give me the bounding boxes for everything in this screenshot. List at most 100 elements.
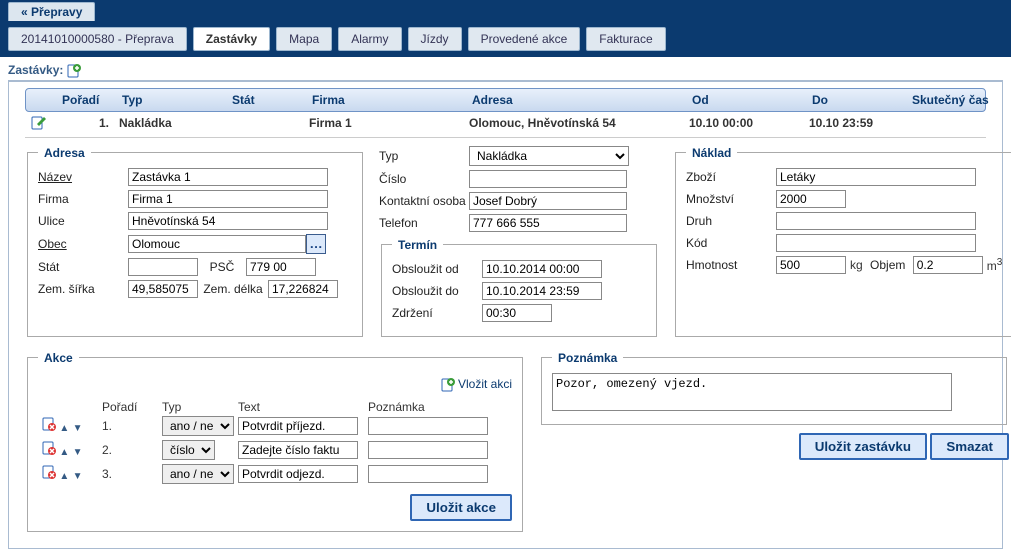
akce-pozn-input[interactable]: [368, 417, 488, 435]
tab-2[interactable]: Mapa: [276, 27, 332, 51]
add-akce-icon[interactable]: [441, 378, 455, 392]
poznamka-textarea[interactable]: [552, 373, 952, 411]
subheader-label: Zastávky:: [8, 63, 63, 77]
save-akce-button[interactable]: Uložit akce: [410, 494, 512, 521]
akce-col-pozn: Poznámka: [368, 400, 498, 414]
col-stat[interactable]: Stát: [230, 93, 310, 107]
hmotnost-label: Hmotnost: [686, 258, 776, 272]
akce-pozn-input[interactable]: [368, 441, 488, 459]
druh-input[interactable]: [776, 212, 976, 230]
akce-row: ▲ ▼ 2.číslo: [38, 438, 512, 462]
akce-header: Pořadí Typ Text Poznámka: [38, 400, 512, 414]
col-adresa[interactable]: Adresa: [470, 93, 690, 107]
delete-akce-icon[interactable]: [42, 441, 56, 455]
move-up-icon[interactable]: ▲: [59, 447, 69, 458]
zdrzeni-input[interactable]: [482, 304, 552, 322]
move-up-icon[interactable]: ▲: [59, 423, 69, 434]
main-panel: Pořadí Typ Stát Firma Adresa Od Do Skute…: [8, 80, 1003, 549]
tab-6[interactable]: Fakturace: [586, 27, 665, 51]
psc-input[interactable]: [246, 258, 316, 276]
objem-input[interactable]: [913, 256, 983, 274]
subheader: Zastávky:: [0, 57, 1011, 80]
move-up-icon[interactable]: ▲: [59, 471, 69, 482]
obslouzit-do-input[interactable]: [482, 282, 602, 300]
new-stop-icon[interactable]: [67, 64, 81, 78]
akce-poradi: 3.: [102, 467, 162, 481]
col-typ[interactable]: Typ: [120, 93, 230, 107]
obslouzit-do-label: Obsloužit do: [392, 284, 482, 298]
table-row[interactable]: 1. Nakládka Firma 1 Olomouc, Hněvotínská…: [25, 112, 986, 138]
mnozstvi-input[interactable]: [776, 190, 846, 208]
obec-input[interactable]: [128, 235, 306, 253]
akce-typ-select[interactable]: číslo: [162, 440, 215, 460]
kod-input[interactable]: [776, 234, 976, 252]
telefon-label: Telefon: [379, 216, 469, 230]
akce-typ-select[interactable]: ano / ne: [162, 464, 234, 484]
zbozi-input[interactable]: [776, 168, 976, 186]
address-legend: Adresa: [38, 146, 91, 160]
move-down-icon[interactable]: ▼: [73, 447, 83, 458]
hmotnost-unit: kg: [850, 258, 863, 272]
address-fieldset: Adresa Název Firma Ulice Obec … Stát PSČ…: [27, 146, 363, 337]
delete-stop-button[interactable]: Smazat: [930, 433, 1009, 460]
tab-3[interactable]: Alarmy: [338, 27, 401, 51]
edit-row-icon[interactable]: [31, 116, 47, 130]
typ-select[interactable]: Nakládka: [469, 146, 629, 166]
akce-legend: Akce: [38, 351, 79, 365]
delka-input[interactable]: [268, 280, 338, 298]
cell-poradi: 1.: [59, 116, 119, 133]
akce-fieldset: Akce Vložit akci Pořadí Typ Text Poznámk…: [27, 351, 523, 532]
delete-akce-icon[interactable]: [42, 417, 56, 431]
col-do[interactable]: Do: [810, 93, 910, 107]
kod-label: Kód: [686, 236, 776, 250]
back-crumb[interactable]: « Přepravy: [8, 2, 95, 21]
col-skutecny[interactable]: Skutečný čas: [910, 93, 1011, 107]
ulice-input[interactable]: [128, 212, 328, 230]
zdrzeni-label: Zdržení: [392, 306, 482, 320]
akce-text-input[interactable]: [238, 441, 358, 459]
cell-stat: [229, 116, 309, 133]
telefon-input[interactable]: [469, 214, 627, 232]
akce-col-text: Text: [238, 400, 368, 414]
termin-fieldset: Termín Obsloužit od Obsloužit do Zdržení: [381, 238, 657, 337]
akce-typ-select[interactable]: ano / ne: [162, 416, 234, 436]
cell-od: 10.10 00:00: [689, 116, 809, 133]
stat-label: Stát: [38, 260, 128, 274]
col-od[interactable]: Od: [690, 93, 810, 107]
akce-col-typ: Typ: [162, 400, 238, 414]
akce-pozn-input[interactable]: [368, 465, 488, 483]
tab-4[interactable]: Jízdy: [408, 27, 462, 51]
col-firma[interactable]: Firma: [310, 93, 470, 107]
move-down-icon[interactable]: ▼: [73, 471, 83, 482]
akce-poradi: 2.: [102, 443, 162, 457]
sirka-input[interactable]: [128, 280, 198, 298]
termin-legend: Termín: [392, 238, 443, 252]
obslouzit-od-input[interactable]: [482, 260, 602, 278]
psc-label: PSČ: [198, 260, 246, 274]
tab-0[interactable]: 20141010000580 - Přeprava: [8, 27, 187, 51]
akce-text-input[interactable]: [238, 417, 358, 435]
add-akce-button[interactable]: Vložit akci: [458, 377, 512, 391]
firma-input[interactable]: [128, 190, 328, 208]
hmotnost-input[interactable]: [776, 256, 846, 274]
firma-label: Firma: [38, 192, 128, 206]
tab-5[interactable]: Provedené akce: [468, 27, 581, 51]
col-poradi[interactable]: Pořadí: [60, 93, 120, 107]
akce-text-input[interactable]: [238, 465, 358, 483]
stat-input[interactable]: [128, 258, 198, 276]
nazev-label: Název: [38, 170, 128, 184]
akce-row: ▲ ▼ 3.ano / ne: [38, 462, 512, 486]
obec-label: Obec: [38, 237, 128, 251]
obec-lookup-button[interactable]: …: [306, 234, 326, 254]
nazev-input[interactable]: [128, 168, 328, 186]
delete-akce-icon[interactable]: [42, 465, 56, 479]
tab-1[interactable]: Zastávky: [193, 27, 270, 51]
move-down-icon[interactable]: ▼: [73, 423, 83, 434]
breadcrumb-bar: « Přepravy: [0, 0, 1011, 21]
save-stop-button[interactable]: Uložit zastávku: [799, 433, 927, 460]
druh-label: Druh: [686, 214, 776, 228]
cislo-input[interactable]: [469, 170, 627, 188]
ulice-label: Ulice: [38, 214, 128, 228]
objem-unit: m3: [987, 257, 1003, 273]
kontakt-input[interactable]: [469, 192, 627, 210]
